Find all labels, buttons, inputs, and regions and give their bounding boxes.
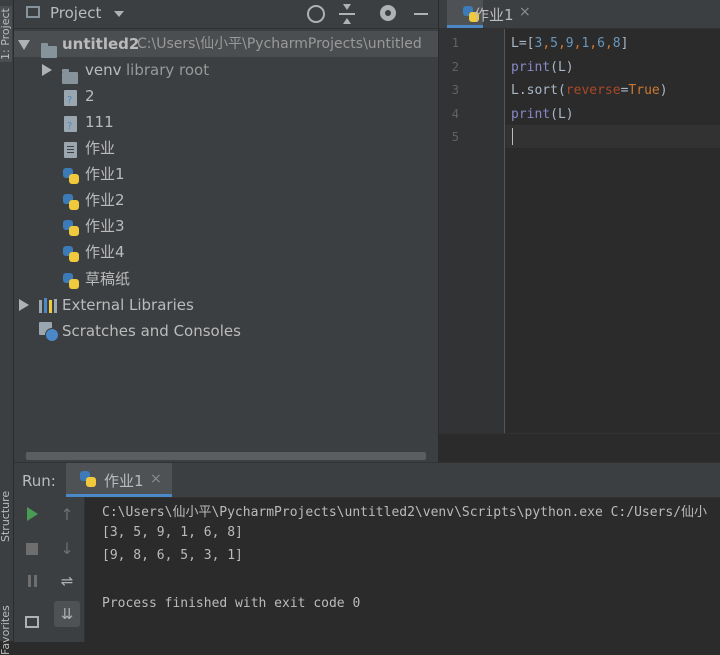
structure-tool-button[interactable]: Structure: [0, 491, 12, 542]
python-file-icon: [63, 246, 79, 262]
file-label: 作业4: [85, 243, 125, 261]
stop-icon: [26, 543, 38, 555]
editor-tab-bar: 作业1 ×: [439, 0, 720, 29]
editor-breadcrumb-bar: [439, 433, 720, 463]
tree-row-file-zuoye3[interactable]: 作业3: [14, 213, 438, 239]
tree-row-file-zuoye2[interactable]: 作业2: [14, 187, 438, 213]
run-label: Run:: [22, 472, 56, 490]
run-panel: Run: 作业1 × ↑ ↓ ⇌ ⇊ C:\Users\仙小平\PycharmP…: [14, 462, 720, 642]
tree-row-file-2[interactable]: ? 2: [14, 83, 438, 109]
code-line-3[interactable]: L.sort(reverse=True): [511, 79, 668, 102]
python-file-icon: [63, 194, 79, 210]
editor-tab-label: 作业1: [474, 6, 514, 24]
layout-icon: [25, 616, 39, 628]
root-folder-path: C:\Users\仙小平\PycharmProjects\untitled: [137, 36, 422, 52]
line-number: 5: [451, 130, 459, 144]
scroll-to-end-icon: ⇊: [60, 605, 74, 623]
editor-tab-zuoye1[interactable]: 作业1 ×: [447, 0, 531, 28]
collapse-all-icon[interactable]: [339, 4, 355, 24]
code-line-2[interactable]: print(L): [511, 56, 574, 79]
arrow-up-icon: ↑: [60, 504, 74, 524]
console-line: C:\Users\仙小平\PycharmProjects\untitled2\v…: [102, 505, 708, 520]
run-tab-zuoye1[interactable]: 作业1 ×: [66, 463, 172, 497]
python-file-icon: [63, 220, 79, 236]
file-label: 作业2: [85, 191, 125, 209]
scratches-icon: [39, 322, 59, 342]
project-tool-button[interactable]: 1: Project: [0, 6, 12, 62]
line-number-gutter: 1 2 3 4 5: [439, 29, 505, 433]
scroll-to-end-button[interactable]: ⇊: [54, 601, 80, 627]
code-line-1[interactable]: L=[3,5,9,1,6,8]: [511, 32, 628, 55]
rerun-button[interactable]: [21, 503, 43, 525]
run-tab-label: 作业1: [104, 472, 144, 490]
tree-row-file-111[interactable]: ? 111: [14, 109, 438, 135]
project-panel: Project untitled2 C:\Users\仙小平\PycharmPr…: [14, 0, 438, 462]
tree-row-file-zuoye[interactable]: 作业: [14, 135, 438, 161]
editor-area: 作业1 × 1 2 3 4 5 L=[3,5,9,1,6,8] print(L)…: [439, 0, 720, 463]
pause-icon: [27, 575, 31, 587]
favorites-tool-button[interactable]: Favorites: [0, 605, 12, 655]
scroll-up-button[interactable]: ↑: [56, 503, 78, 525]
gear-icon[interactable]: [380, 5, 396, 21]
project-title[interactable]: Project: [50, 4, 101, 22]
project-view-icon: [26, 6, 40, 18]
text-file-icon: [64, 142, 77, 158]
layout-button[interactable]: [21, 611, 43, 633]
soft-wrap-button[interactable]: ⇌: [56, 570, 78, 592]
python-file-icon: [63, 168, 79, 184]
console-line: [3, 5, 9, 1, 6, 8]: [102, 525, 243, 540]
chevron-down-icon[interactable]: [114, 11, 124, 17]
minimize-icon[interactable]: [414, 13, 428, 15]
file-label: 草稿纸: [85, 270, 131, 288]
tree-row-scratches[interactable]: Scratches and Consoles: [14, 318, 438, 344]
venv-label: venv: [85, 61, 122, 79]
file-label: 作业3: [85, 217, 125, 235]
locate-icon[interactable]: [307, 5, 325, 23]
current-line-highlight: [505, 125, 720, 148]
pause-button[interactable]: [21, 570, 43, 592]
run-toolbar: ↑ ↓ ⇌ ⇊: [14, 497, 85, 642]
tree-row-venv[interactable]: venv library root: [14, 57, 438, 84]
text-caret: [512, 128, 513, 145]
run-panel-header: Run: 作业1 ×: [14, 463, 720, 498]
collapsed-arrow-icon[interactable]: [42, 64, 52, 76]
play-icon: [26, 507, 38, 521]
collapsed-arrow-icon[interactable]: [19, 299, 29, 311]
python-file-icon: [63, 273, 79, 289]
root-folder-label: untitled2: [62, 35, 140, 53]
console-line: Process finished with exit code 0: [102, 596, 361, 611]
tree-row-file-caogao[interactable]: 草稿纸: [14, 266, 438, 292]
file-label: 2: [85, 87, 95, 105]
project-panel-header: Project: [14, 0, 438, 29]
unknown-file-icon: ?: [64, 90, 77, 106]
line-number: 1: [451, 36, 459, 50]
tree-row-file-zuoye1[interactable]: 作业1: [14, 161, 438, 187]
python-file-icon: [80, 471, 96, 487]
horizontal-scrollbar[interactable]: [26, 452, 426, 460]
stop-button[interactable]: [21, 538, 43, 560]
libraries-icon: [39, 298, 57, 313]
file-label: 作业1: [85, 165, 125, 183]
venv-hint: library root: [126, 61, 210, 79]
expanded-arrow-icon[interactable]: [18, 40, 30, 50]
wrap-icon: ⇌: [60, 572, 74, 590]
scroll-down-button[interactable]: ↓: [56, 537, 78, 559]
file-label: 作业: [85, 139, 116, 157]
console-line: [9, 8, 6, 5, 3, 1]: [102, 548, 243, 563]
tree-row-file-zuoye4[interactable]: 作业4: [14, 239, 438, 265]
code-line-4[interactable]: print(L): [511, 103, 574, 126]
line-number: 4: [451, 107, 459, 121]
line-number: 3: [451, 83, 459, 97]
file-label: 111: [85, 113, 114, 131]
left-tool-strip: 1: Project Structure Favorites: [0, 0, 14, 655]
arrow-down-icon: ↓: [60, 538, 74, 558]
unknown-file-icon: ?: [64, 116, 77, 132]
line-number: 2: [451, 60, 459, 74]
external-libraries-label: External Libraries: [62, 296, 194, 314]
close-icon[interactable]: ×: [519, 4, 531, 20]
tree-row-root[interactable]: untitled2 C:\Users\仙小平\PycharmProjects\u…: [14, 31, 438, 58]
close-icon[interactable]: ×: [150, 471, 162, 487]
tree-row-external-libraries[interactable]: External Libraries: [14, 292, 438, 318]
scratches-label: Scratches and Consoles: [62, 322, 241, 340]
